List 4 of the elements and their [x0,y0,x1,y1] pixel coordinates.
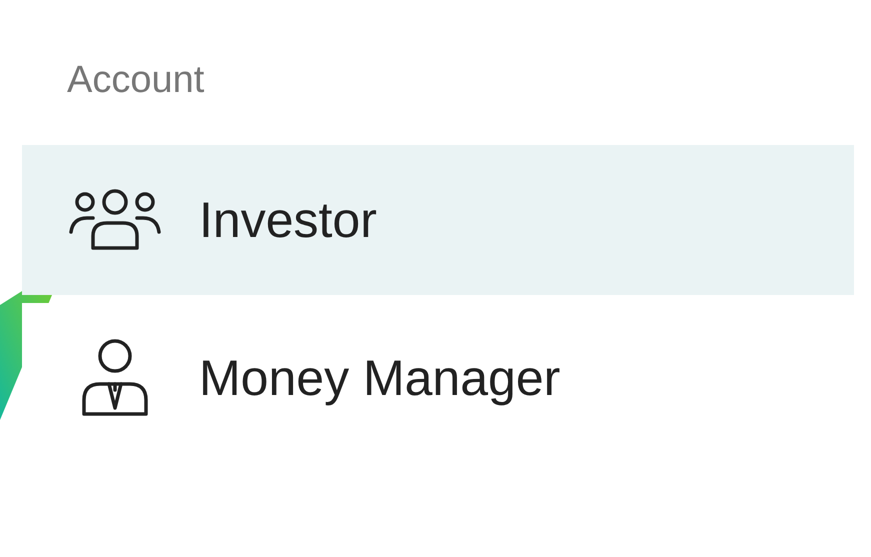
people-group-icon [67,188,163,252]
menu-item[interactable]: Investor [22,145,854,295]
person-with-tie-icon [80,338,150,418]
section-title: Account [66,58,204,103]
